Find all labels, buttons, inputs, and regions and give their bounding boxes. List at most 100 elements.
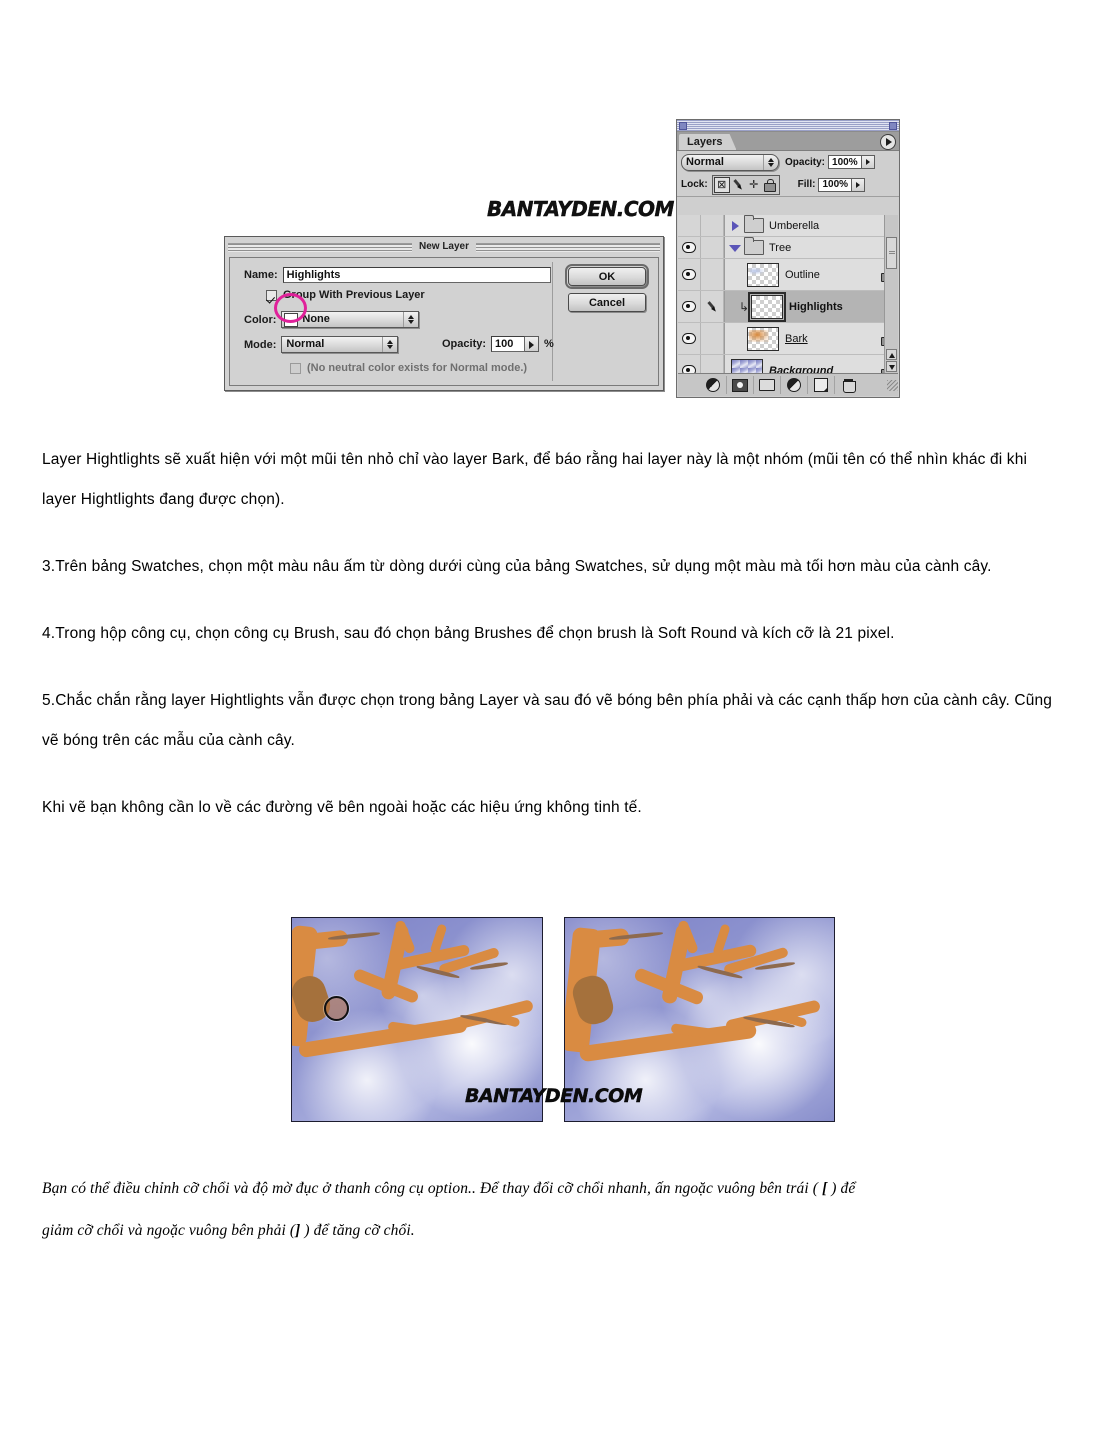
mode-select-value: Normal [286,338,325,350]
link-toggle[interactable] [701,323,724,354]
clipping-mask-arrow-icon: ↳ [739,299,750,314]
italic-note: Bạn có thể điều chỉnh cỡ chổi và độ mờ đ… [42,1168,1064,1252]
visibility-toggle[interactable] [678,215,701,236]
blend-mode-select[interactable]: Normal [681,153,779,171]
resize-grip-icon[interactable] [887,379,898,391]
visibility-toggle[interactable] [678,323,701,354]
window-close-icon[interactable] [679,121,687,130]
chevron-updown-icon [382,337,397,352]
paragraph-5: Khi vẽ bạn không cần lo về các đường vẽ … [42,799,642,816]
scroll-down-arrow-icon[interactable] [886,361,897,372]
layer-thumbnail[interactable] [748,291,786,322]
visibility-toggle[interactable] [678,237,701,258]
italic-line-1: Bạn có thể điều chỉnh cỡ chổi và độ mờ đ… [42,1168,1064,1210]
italic-text-b: ) để [827,1180,856,1197]
layer-body: Bark [724,323,898,354]
fill-value-field[interactable]: 100% [818,177,853,192]
tab-layers[interactable]: Layers [679,134,737,150]
dialog-title: New Layer [411,241,477,253]
eye-icon [682,269,696,280]
layer-style-button[interactable] [700,376,727,394]
layer-row-bark[interactable]: Bark [678,323,898,355]
scrollbar-thumb[interactable] [886,237,897,269]
link-toggle[interactable] [701,215,724,236]
layer-mask-button[interactable] [727,376,754,394]
visibility-toggle[interactable] [678,355,701,373]
opacity-slider-arrow-icon[interactable] [525,336,540,352]
lock-transparent-pixels-icon[interactable]: ⊠ [713,176,730,193]
opacity-value-field[interactable]: 100% [828,155,862,169]
brush-icon [704,298,721,315]
blend-mode-value: Normal [686,155,724,168]
lock-all-icon[interactable] [762,177,778,193]
new-layer-button[interactable] [808,376,835,394]
layer-name-input[interactable]: Highlights [282,267,551,283]
fill-slider-arrow-icon[interactable] [852,177,866,192]
layer-name: Bark [785,332,808,345]
layer-row-tree[interactable]: Tree [678,237,898,259]
brush-cursor-icon [324,996,349,1021]
layer-row-outline[interactable]: Outline [678,259,898,291]
paragraph-2: 3.Trên bảng Swatches, chọn một màu nâu ấ… [42,558,992,575]
adjustment-layer-button[interactable] [781,376,808,394]
group-with-previous-row[interactable]: Group With Previous Layer [266,289,425,301]
new-layer-dialog: New Layer Name: Highlights Group With Pr… [224,236,664,391]
eye-icon [682,301,696,312]
layer-row-umberella[interactable]: Umberella [678,215,898,237]
panel-menu-icon[interactable] [880,134,896,150]
opacity-row: Opacity: 100 % [442,336,554,352]
mode-select[interactable]: Normal [281,336,399,353]
panel-footer [678,373,898,396]
percent-label: % [544,338,554,350]
visibility-toggle[interactable] [678,291,701,322]
neutral-color-label: (No neutral color exists for Normal mode… [307,362,528,374]
window-collapse-icon[interactable] [889,121,897,130]
opacity-label: Opacity: [442,338,487,350]
chevron-right-icon[interactable] [729,220,741,232]
delete-layer-button[interactable] [835,376,861,394]
layer-name: Outline [785,268,820,281]
eye-icon [682,242,696,253]
group-with-previous-checkbox[interactable] [266,289,277,301]
cancel-button[interactable]: Cancel [568,293,646,312]
opacity-input[interactable]: 100 [491,336,526,352]
chevron-down-icon[interactable] [729,242,741,254]
layer-thumbnail[interactable] [731,358,763,373]
link-toggle[interactable] [701,237,724,258]
chevron-updown-icon [763,154,778,170]
watermark-bottom: BANTAYDEN.COM [465,1085,643,1107]
neutral-color-checkbox [290,362,301,374]
neutral-color-row: (No neutral color exists for Normal mode… [290,362,527,374]
lock-position-icon[interactable]: ✛ [746,177,762,193]
lock-label: Lock: [681,179,708,190]
layer-list[interactable]: Umberella Tree Outline ↳ Highlights Bark… [678,215,898,373]
layers-panel: Layers Normal Opacity: 100% Lock: ⊠ ✛ Fi… [676,119,900,398]
eye-icon [682,333,696,344]
layer-row-highlights[interactable]: ↳ Highlights [678,291,898,323]
paragraph-1: Layer Hightlights sẽ xuất hiện với một m… [42,451,1028,508]
layer-thumbnail[interactable] [747,262,779,287]
panel-titlebar[interactable] [677,120,899,132]
link-toggle[interactable] [701,259,724,290]
layer-name: Background [769,364,834,374]
link-toggle[interactable] [701,355,724,373]
new-group-button[interactable] [754,376,781,394]
panel-scrollbar[interactable] [884,215,898,373]
italic-text-a: Bạn có thể điều chỉnh cỡ chổi và độ mờ đ… [42,1180,822,1197]
layer-row-background[interactable]: Background [678,355,898,373]
top-figure-region: BANTAYDEN.COM New Layer Name: Highlights… [0,0,1105,420]
opacity-label: Opacity: [785,156,826,168]
link-toggle[interactable] [701,291,724,322]
color-label: Color: [244,313,277,326]
visibility-toggle[interactable] [678,259,701,290]
name-label: Name: [244,269,278,281]
lock-image-pixels-icon[interactable] [730,177,746,193]
opacity-slider-arrow-icon[interactable] [861,155,875,169]
folder-icon [744,237,764,255]
italic-line-2: giảm cỡ chổi và ngoặc vuông bên phải (] … [42,1210,1064,1252]
color-select[interactable]: None [281,311,420,328]
scroll-up-arrow-icon[interactable] [886,349,897,360]
titlebar-stripes-right [476,242,660,252]
layer-thumbnail[interactable] [747,326,779,351]
ok-button[interactable]: OK [565,264,649,289]
